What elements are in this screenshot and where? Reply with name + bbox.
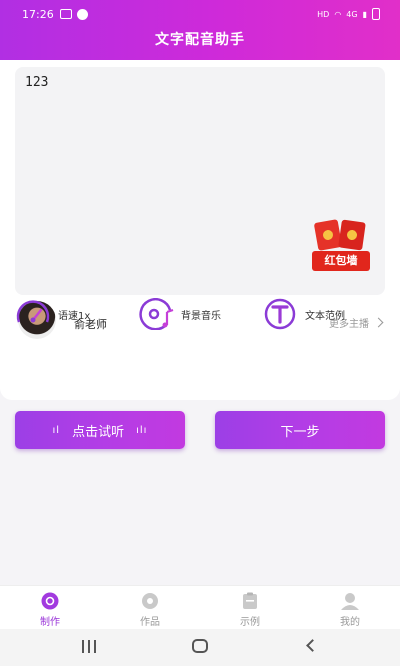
home-icon[interactable]: [192, 639, 208, 653]
battery-icon: [372, 8, 380, 20]
tab-label: 制作: [40, 617, 60, 628]
system-nav-bar: [0, 629, 400, 666]
music-disc-icon: [139, 298, 174, 330]
next-step-label: 下一步: [280, 424, 320, 440]
clipboard-icon: [243, 592, 257, 609]
red-envelope-wall-button[interactable]: 红包墙: [312, 219, 370, 273]
status-bar: 17:26 HD ◠ 4G ▮: [0, 6, 400, 24]
make-icon: [41, 592, 59, 610]
chevron-right-icon: [373, 317, 384, 328]
tab-label: 示例: [240, 617, 260, 628]
wifi-icon: ◠: [334, 9, 342, 19]
text-t-icon: [264, 298, 296, 330]
editor-card: 123 红包墙 俞老师 更多主播: [0, 60, 400, 400]
sound-wave-icon: ılı: [136, 424, 148, 436]
red-envelope-icon: [338, 219, 366, 251]
network-label: HD: [317, 9, 330, 19]
background-music-label: 背景音乐: [181, 310, 221, 322]
page-title: 文字配音助手: [155, 32, 245, 48]
bottom-tab-bar: 制作 作品 示例 我的: [0, 585, 400, 629]
user-icon: [341, 593, 359, 610]
tab-make[interactable]: 制作: [20, 592, 80, 628]
chat-notification-icon: [77, 9, 88, 20]
status-time: 17:26: [22, 8, 54, 21]
speed-option[interactable]: 语速1x: [14, 296, 90, 332]
works-disc-icon: [142, 593, 158, 609]
next-step-button[interactable]: 下一步: [215, 411, 385, 449]
tab-label: 作品: [140, 617, 160, 628]
app-header: 17:26 HD ◠ 4G ▮ 文字配音助手: [0, 0, 400, 60]
background-music-option[interactable]: 背景音乐: [137, 296, 221, 332]
image-notification-icon: [60, 9, 72, 19]
red-envelope-wall-label: 红包墙: [312, 251, 370, 271]
back-icon[interactable]: [306, 639, 319, 652]
recent-apps-icon[interactable]: [82, 640, 96, 653]
listen-button[interactable]: ıl 点击试听 ılı: [15, 411, 185, 449]
speed-label: 语速1x: [58, 310, 91, 322]
tab-works[interactable]: 作品: [120, 592, 180, 628]
tab-label: 我的: [340, 617, 360, 628]
tab-examples[interactable]: 示例: [220, 592, 280, 628]
text-example-option[interactable]: 文本范例: [261, 296, 345, 332]
listen-label: 点击试听: [72, 424, 125, 440]
signal-icon: ▮: [362, 9, 367, 19]
signal-label: 4G: [346, 9, 358, 19]
sound-wave-icon: ıl: [52, 424, 61, 436]
speed-gauge-icon: [16, 300, 50, 323]
tab-mine[interactable]: 我的: [320, 592, 380, 628]
text-example-label: 文本范例: [305, 310, 345, 322]
